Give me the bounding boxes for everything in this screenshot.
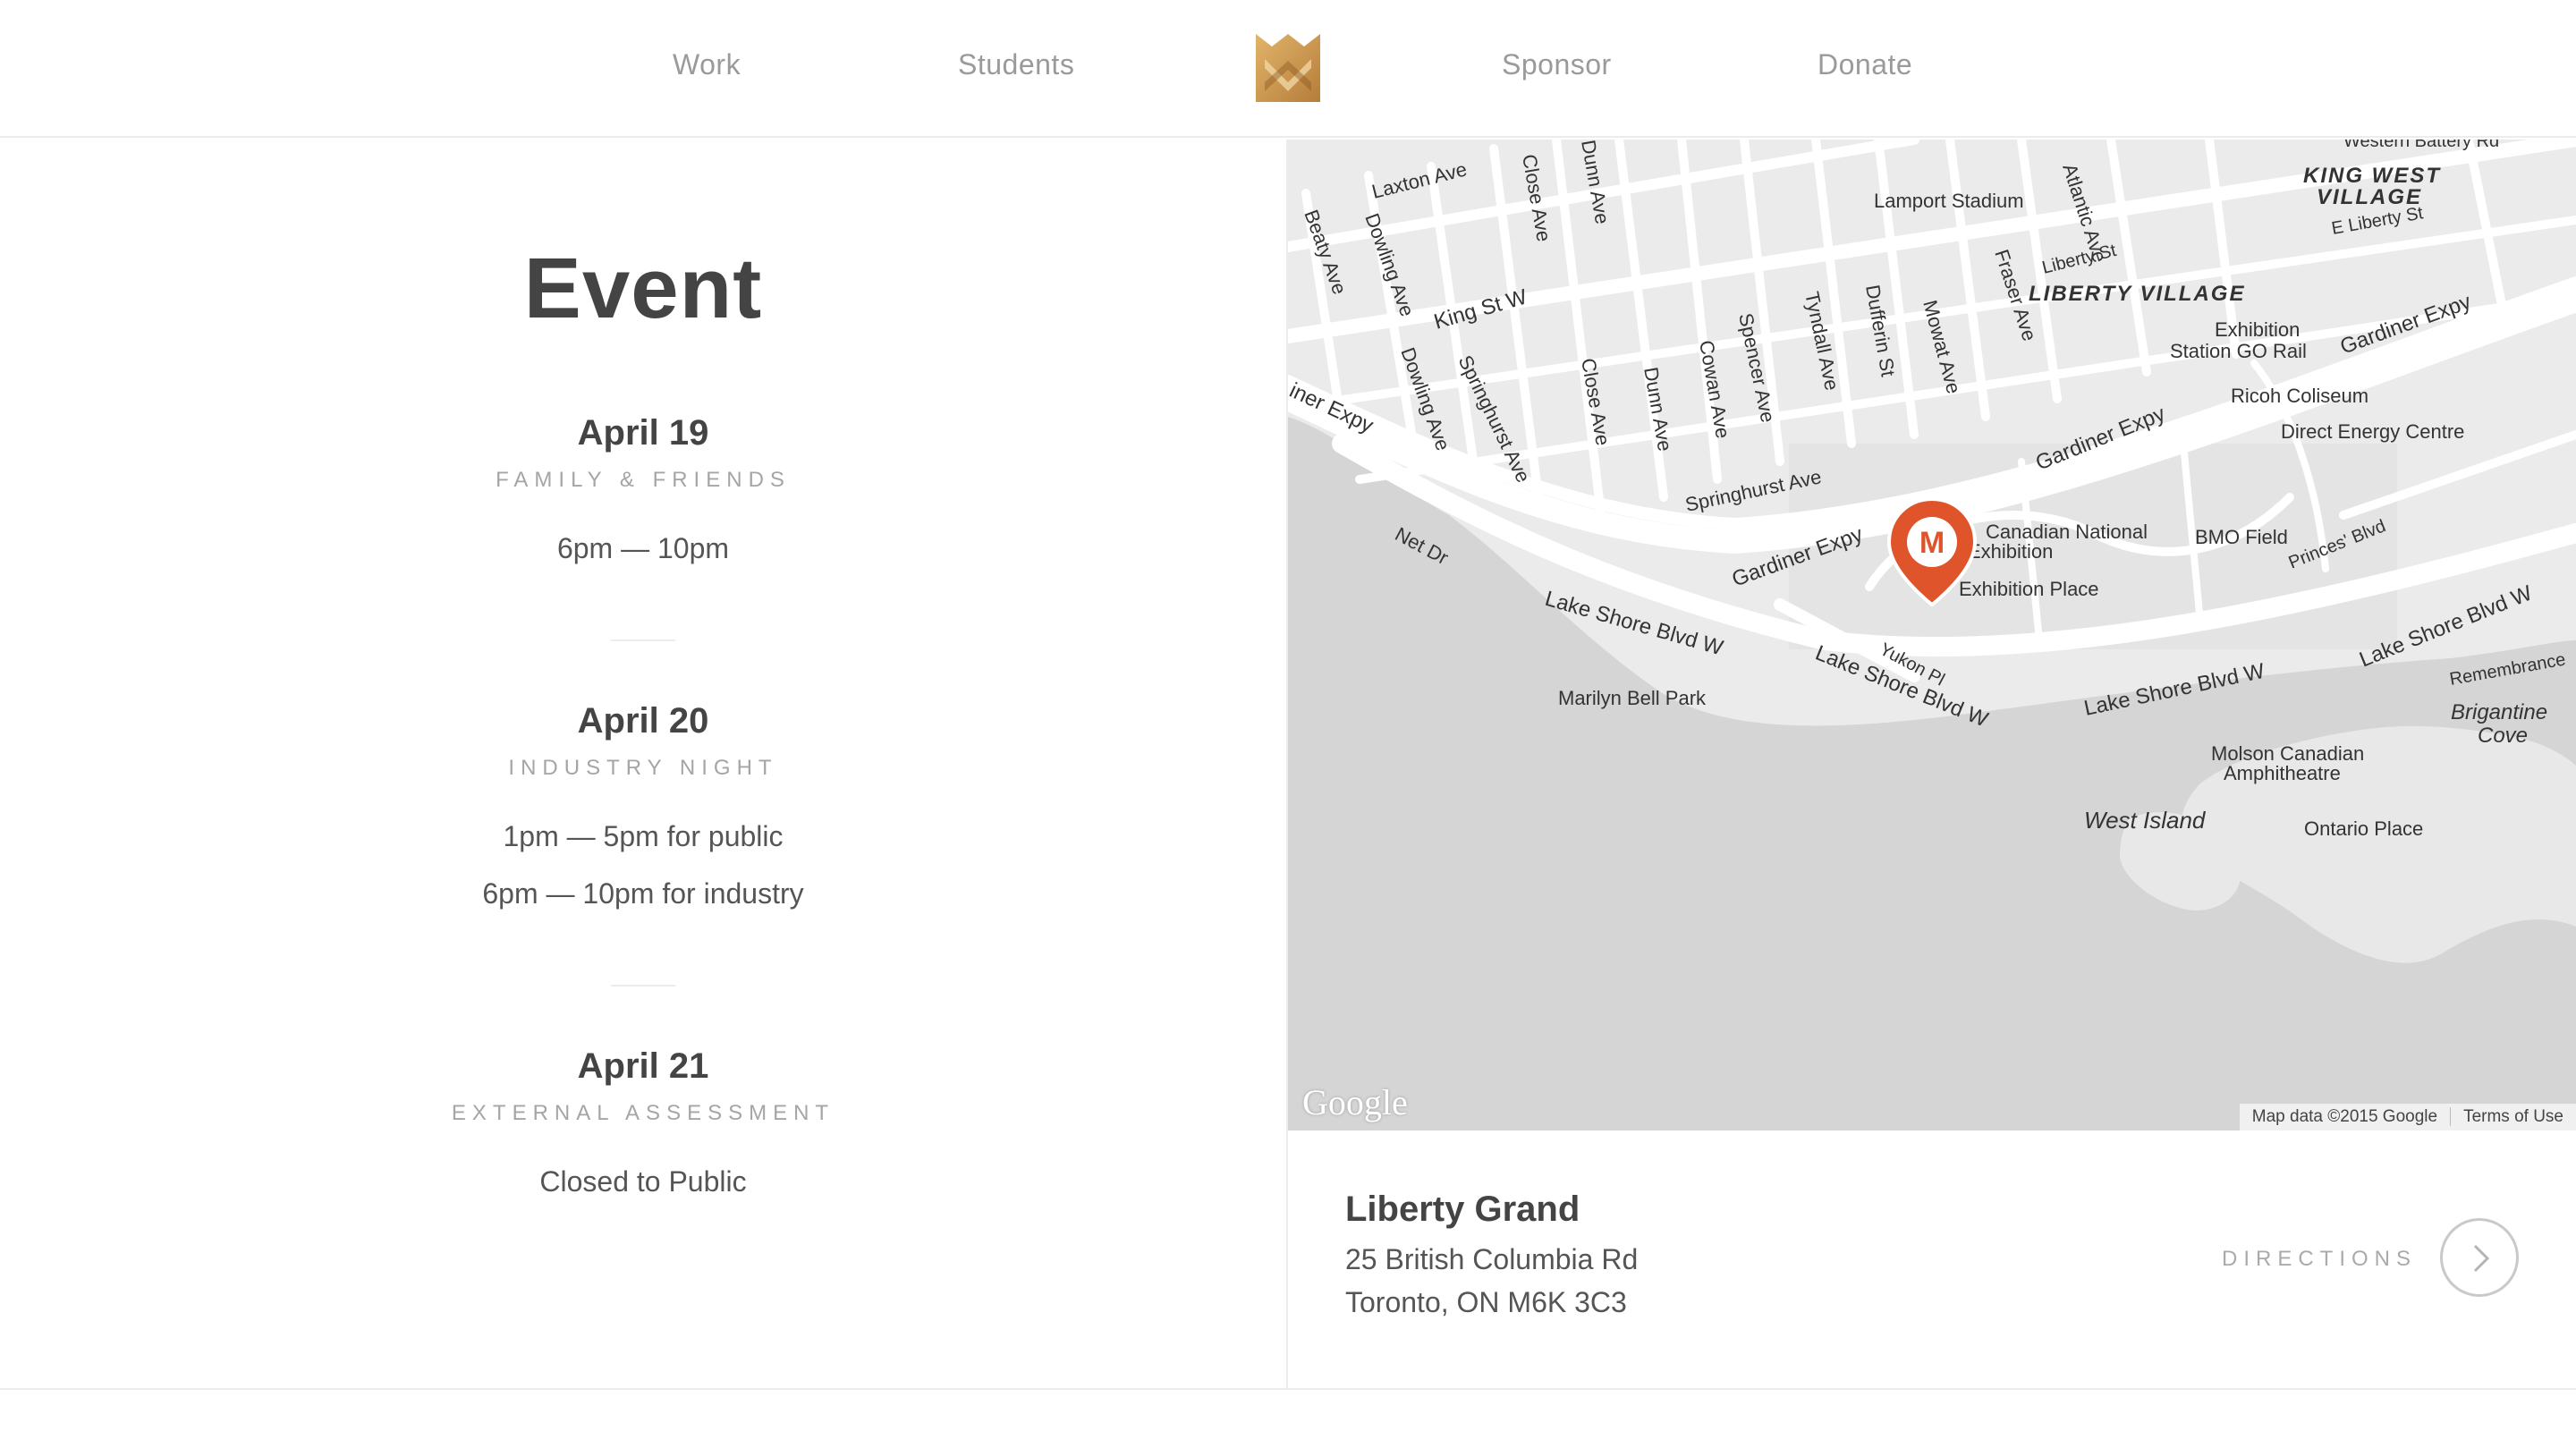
event-time: 1pm — 5pm for public xyxy=(503,820,784,852)
map-label: KING WEST xyxy=(2303,164,2441,188)
map-label: Western Battery Rd xyxy=(2343,140,2499,151)
event-subtitle: FAMILY & FRIENDS xyxy=(496,468,791,492)
google-logo: Google xyxy=(1302,1082,1408,1122)
map-label: West Island xyxy=(2084,807,2207,834)
map-label: Dunn Ave xyxy=(1577,140,1614,225)
venue-panel: Liberty Grand 25 British Columbia Rd Tor… xyxy=(1288,1130,2576,1388)
map-label: LIBERTY VILLAGE xyxy=(2029,282,2245,306)
nav-item-donate[interactable]: Donate xyxy=(1818,48,1912,81)
map-canvas[interactable]: Western Battery Rd KING WEST VILLAGE E L… xyxy=(1288,140,2576,1130)
event-day-april-20: April 20 INDUSTRY NIGHT 1pm — 5pm for pu… xyxy=(0,701,1286,922)
map-label: Amphitheatre xyxy=(2224,762,2341,784)
map-label: Cove xyxy=(2478,724,2528,748)
nav-item-sponsor[interactable]: Sponsor xyxy=(1502,48,1612,81)
terms-of-use-link[interactable]: Terms of Use xyxy=(2450,1107,2563,1126)
venue-address-line2: Toronto, ON M6K 3C3 xyxy=(1345,1286,1627,1318)
footer-divider xyxy=(0,1388,2576,1390)
event-day-april-19: April 19 FAMILY & FRIENDS 6pm — 10pm xyxy=(0,413,1286,577)
map-label: Ricoh Coliseum xyxy=(2231,385,2368,407)
event-time: 6pm — 10pm xyxy=(556,532,730,564)
directions-label[interactable]: DIRECTIONS xyxy=(2222,1247,2417,1272)
event-time: Closed to Public xyxy=(539,1165,747,1198)
event-date: April 19 xyxy=(577,413,709,453)
map-label: BMO Field xyxy=(2195,526,2288,548)
map-attribution: Map data ©2015 Google Terms of Use xyxy=(2239,1104,2576,1130)
top-nav: Work Students Sponsor Donate xyxy=(0,0,2576,138)
marker-letter: M xyxy=(1919,526,1945,560)
map-label: Exhibition xyxy=(2215,318,2300,341)
page-title: Event xyxy=(523,241,763,336)
section-divider xyxy=(611,985,675,986)
map-label: Ontario Place xyxy=(2304,817,2423,840)
nav-item-students[interactable]: Students xyxy=(958,48,1074,81)
event-subtitle: INDUSTRY NIGHT xyxy=(508,756,778,780)
chevron-right-icon xyxy=(2473,1244,2490,1273)
map-label: Marilyn Bell Park xyxy=(1558,687,1707,709)
venue-name: Liberty Grand xyxy=(1345,1190,1580,1229)
map-label: Direct Energy Centre xyxy=(2281,420,2464,443)
event-date: April 21 xyxy=(577,1046,709,1086)
event-date: April 20 xyxy=(577,701,709,741)
map-label: Brigantine xyxy=(2451,700,2547,724)
map-label: Station GO Rail xyxy=(2170,340,2307,362)
map-label: Exhibition xyxy=(1968,540,2053,563)
crown-m-logo-icon[interactable] xyxy=(1256,34,1320,102)
map-label: Lamport Stadium xyxy=(1874,190,2024,212)
venue-address-line1: 25 British Columbia Rd xyxy=(1345,1243,1639,1275)
section-divider xyxy=(611,639,675,641)
directions-button[interactable] xyxy=(2440,1218,2519,1297)
map-label: Laxton Ave xyxy=(1369,157,1469,202)
location-map[interactable]: Western Battery Rd KING WEST VILLAGE E L… xyxy=(1288,140,2576,1130)
map-label: Exhibition Place xyxy=(1959,578,2099,600)
event-time: 6pm — 10pm for industry xyxy=(482,877,804,910)
map-label: Close Ave xyxy=(1577,357,1614,447)
nav-item-work[interactable]: Work xyxy=(673,48,741,81)
event-subtitle: EXTERNAL ASSESSMENT xyxy=(451,1101,835,1125)
event-day-april-21: April 21 EXTERNAL ASSESSMENT Closed to P… xyxy=(0,1046,1286,1210)
map-data-credit: Map data ©2015 Google xyxy=(2251,1107,2438,1126)
map-label: Beaty Ave xyxy=(1300,207,1351,297)
